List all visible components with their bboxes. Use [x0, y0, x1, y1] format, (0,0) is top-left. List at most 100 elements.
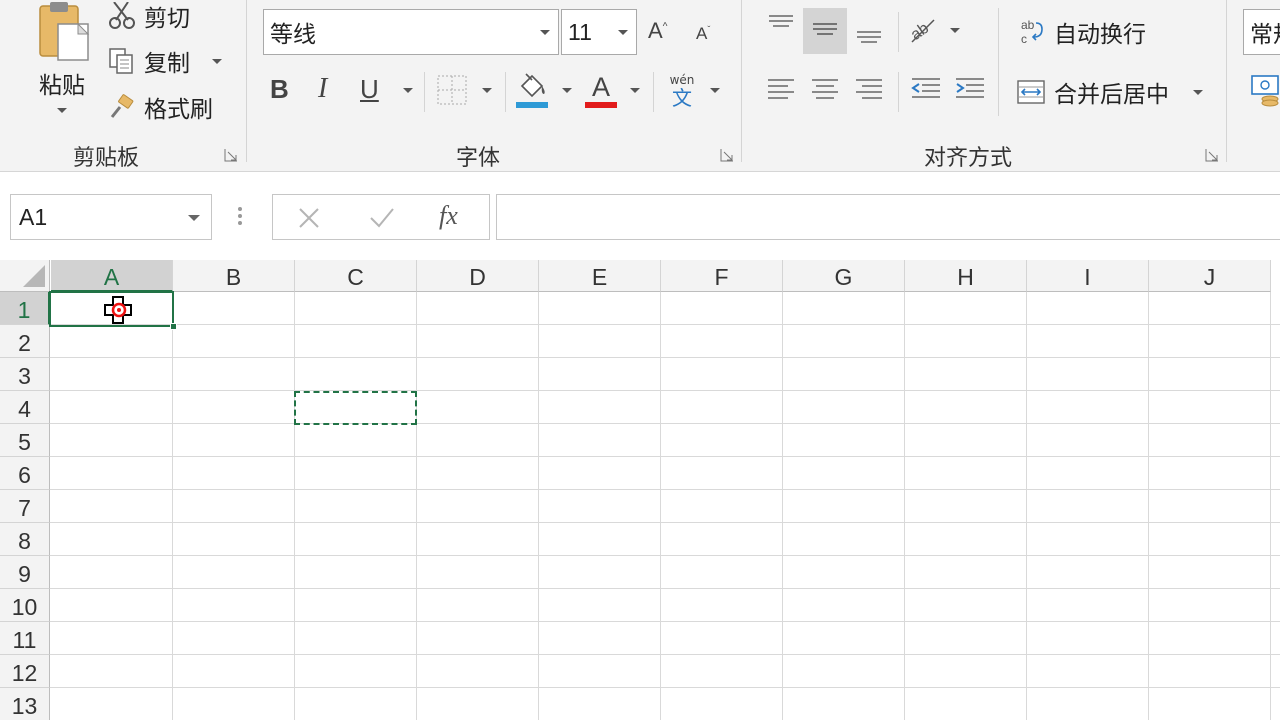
borders-icon [436, 74, 468, 106]
select-all-button[interactable] [0, 260, 50, 292]
row-header-13[interactable]: 13 [0, 688, 50, 720]
borders-button[interactable] [436, 72, 496, 108]
align-right-button[interactable] [848, 70, 890, 112]
insert-function-icon[interactable]: fx [439, 201, 458, 231]
column-header-d[interactable]: D [417, 260, 539, 292]
increase-font-icon: A^ [648, 18, 668, 43]
wrap-text-button[interactable]: ab c 自动换行 [1016, 12, 1146, 52]
dialog-launcher-icon[interactable] [1205, 147, 1219, 162]
copy-button[interactable]: 复制 [108, 44, 230, 78]
phonetic-guide-button[interactable]: wén 文 [664, 72, 724, 110]
name-box[interactable]: A1 [10, 194, 212, 240]
font-group-title: 字体 [455, 146, 500, 171]
wrap-text-icon: ab c [1016, 17, 1046, 47]
currency-icon [1250, 72, 1280, 112]
align-middle-icon [803, 6, 847, 56]
formula-input[interactable] [496, 194, 1280, 240]
gridline-horizontal [50, 357, 1280, 358]
column-header-e[interactable]: E [539, 260, 661, 292]
toolbar-divider [898, 72, 899, 112]
row-header-8[interactable]: 8 [0, 523, 50, 556]
font-color-button[interactable]: A [584, 72, 644, 110]
copy-label: 复制 [144, 51, 190, 77]
toolbar-divider [424, 72, 425, 112]
chevron-down-icon [57, 108, 67, 113]
column-header-a[interactable]: A [51, 260, 173, 292]
row-header-3[interactable]: 3 [0, 358, 50, 391]
align-left-button[interactable] [760, 70, 802, 112]
decrease-font-button[interactable]: Aˇ [696, 14, 722, 48]
row-header-12[interactable]: 12 [0, 655, 50, 688]
decrease-indent-button[interactable] [904, 70, 946, 112]
font-name-combo[interactable]: 等线 [263, 9, 559, 55]
align-middle-button[interactable] [803, 8, 847, 54]
column-header-c[interactable]: C [295, 260, 417, 292]
paint-bucket-icon [514, 72, 550, 110]
align-center-button[interactable] [803, 70, 847, 112]
row-header-5[interactable]: 5 [0, 424, 50, 457]
toolbar-divider [505, 72, 506, 112]
copy-icon [108, 47, 136, 75]
group-separator [1226, 0, 1227, 162]
column-header-h[interactable]: H [905, 260, 1027, 292]
decrease-indent-icon [904, 68, 946, 114]
toolbar-divider [998, 8, 999, 116]
accounting-format-button[interactable] [1250, 74, 1280, 110]
chevron-down-icon [540, 30, 550, 35]
number-format-combo[interactable]: 常规 [1243, 9, 1280, 55]
column-header-g[interactable]: G [783, 260, 905, 292]
row-header-2[interactable]: 2 [0, 325, 50, 358]
column-header-i[interactable]: I [1027, 260, 1149, 292]
clipboard-icon [30, 0, 94, 64]
font-name-value: 等线 [270, 22, 316, 48]
format-painter-label: 格式刷 [144, 97, 213, 123]
column-header-b[interactable]: B [173, 260, 295, 292]
increase-font-button[interactable]: A^ [648, 14, 678, 48]
italic-button[interactable]: I [318, 72, 344, 106]
underline-label: U [360, 73, 379, 104]
align-right-icon [848, 68, 890, 114]
align-bottom-icon [848, 6, 890, 56]
row-header-10[interactable]: 10 [0, 589, 50, 622]
group-separator [741, 0, 742, 162]
row-header-11[interactable]: 11 [0, 622, 50, 655]
format-painter-button[interactable]: 格式刷 [108, 90, 213, 124]
cut-button[interactable]: 剪切 [108, 0, 190, 32]
row-header-9[interactable]: 9 [0, 556, 50, 589]
orientation-button[interactable]: ab [906, 10, 966, 52]
align-top-button[interactable] [760, 8, 802, 54]
fill-handle[interactable] [170, 323, 177, 330]
merge-center-button[interactable]: 合并后居中 [1016, 72, 1208, 112]
font-size-combo[interactable]: 11 [561, 9, 637, 55]
column-header-f[interactable]: F [661, 260, 783, 292]
bold-button[interactable]: B [270, 72, 300, 106]
enter-checkmark-icon[interactable] [367, 204, 397, 232]
align-bottom-button[interactable] [848, 8, 890, 54]
paste-button[interactable]: 粘贴 [22, 0, 102, 125]
row-header-6[interactable]: 6 [0, 457, 50, 490]
fill-color-swatch [516, 102, 548, 108]
column-header-j[interactable]: J [1149, 260, 1271, 292]
row-header-4[interactable]: 4 [0, 391, 50, 424]
chevron-down-icon [710, 88, 720, 93]
cancel-icon[interactable] [295, 204, 323, 232]
row-header-7[interactable]: 7 [0, 490, 50, 523]
fill-color-button[interactable] [514, 72, 574, 110]
paste-label: 粘贴 [39, 73, 85, 99]
increase-indent-button[interactable] [948, 70, 990, 112]
gridline-horizontal [50, 390, 1280, 391]
dialog-launcher-icon[interactable] [720, 147, 734, 162]
copy-marquee [294, 391, 417, 425]
phonetic-icon: wén 文 [669, 73, 695, 110]
chevron-down-icon [482, 88, 492, 93]
text-orientation-icon: ab [906, 12, 940, 50]
formula-bar-grip-icon[interactable] [238, 207, 244, 229]
row-header-1[interactable]: 1 [0, 292, 50, 325]
worksheet-grid[interactable]: ABCDEFGHIJ 1 2 3 4 5 6 7 8 9 10 11 12 13 [0, 260, 1280, 720]
chevron-down-icon [618, 30, 628, 35]
increase-indent-icon [948, 68, 990, 114]
underline-button[interactable]: U [360, 72, 416, 106]
dialog-launcher-icon[interactable] [224, 147, 238, 162]
clipboard-group-title: 剪贴板 [72, 146, 139, 171]
chevron-down-icon [950, 28, 960, 33]
